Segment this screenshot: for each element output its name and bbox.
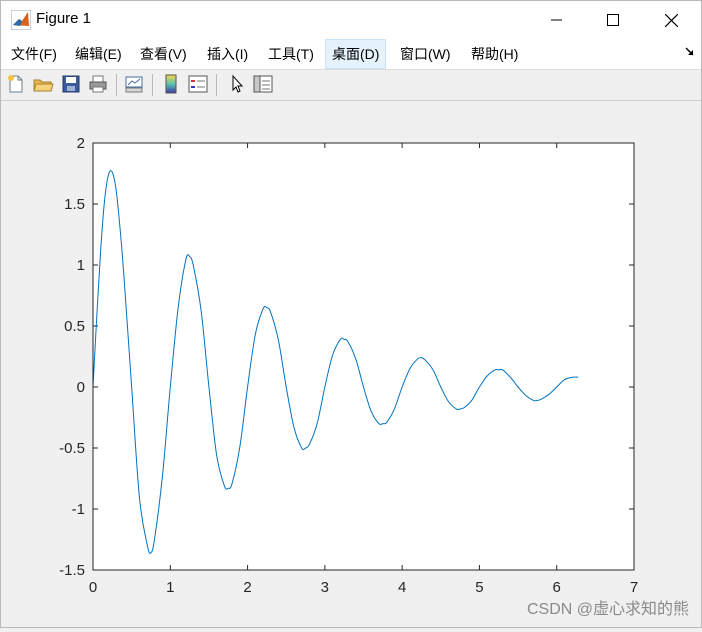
menu-edit[interactable]: 编辑(E) xyxy=(69,39,128,69)
toolbar-separator xyxy=(216,74,217,96)
menu-help[interactable]: 帮助(H) xyxy=(465,39,524,69)
y-tick-label: 0.5 xyxy=(64,318,85,335)
menu-insert[interactable]: 插入(I) xyxy=(201,39,254,69)
new-figure-icon[interactable] xyxy=(5,73,27,95)
x-tick-label: 7 xyxy=(630,579,638,596)
close-icon xyxy=(664,13,678,27)
y-tick-label: 1 xyxy=(77,257,85,274)
y-tick-label: 2 xyxy=(77,135,85,152)
maximize-button[interactable] xyxy=(585,1,641,39)
property-inspector-icon[interactable] xyxy=(252,73,274,95)
x-tick-label: 4 xyxy=(398,579,406,596)
menu-view[interactable]: 查看(V) xyxy=(134,39,193,69)
title-bar[interactable]: Figure 1 xyxy=(1,1,701,39)
save-icon[interactable] xyxy=(60,73,82,95)
x-tick-label: 5 xyxy=(475,579,483,596)
menu-bar: 文件(F) 编辑(E) 查看(V) 插入(I) 工具(T) 桌面(D) 窗口(W… xyxy=(1,39,701,70)
menu-window[interactable]: 窗口(W) xyxy=(394,39,457,69)
matlab-logo-icon xyxy=(11,10,31,30)
link-plot-icon[interactable] xyxy=(123,73,145,95)
y-tick-label: 1.5 xyxy=(64,196,85,213)
edit-plot-icon[interactable] xyxy=(226,73,248,95)
toolbar-separator xyxy=(116,74,117,96)
figure-window: Figure 1 文件(F) 编辑(E) 查看(V) 插入(I) 工具(T) 桌… xyxy=(0,0,702,628)
axes-background xyxy=(93,143,634,570)
close-button[interactable] xyxy=(643,1,699,39)
insert-legend-icon[interactable] xyxy=(187,73,209,95)
maximize-icon xyxy=(607,14,619,26)
menu-file[interactable]: 文件(F) xyxy=(5,39,63,69)
x-tick-label: 6 xyxy=(553,579,561,596)
x-tick-label: 1 xyxy=(166,579,174,596)
dock-arrow-icon[interactable] xyxy=(685,47,695,57)
y-tick-label: 0 xyxy=(77,379,85,396)
watermark-text: CSDN @虚心求知的熊 xyxy=(526,601,689,618)
toolbar-separator xyxy=(152,74,153,96)
y-tick-label: -0.5 xyxy=(59,440,85,457)
y-tick-label: -1.5 xyxy=(59,562,85,579)
menu-desktop[interactable]: 桌面(D) xyxy=(325,39,387,69)
open-file-icon[interactable] xyxy=(32,73,54,95)
print-icon[interactable] xyxy=(87,73,109,95)
minimize-icon xyxy=(551,19,562,21)
menu-tools[interactable]: 工具(T) xyxy=(262,39,320,69)
window-title: Figure 1 xyxy=(36,10,92,27)
x-tick-label: 3 xyxy=(321,579,329,596)
insert-colorbar-icon[interactable] xyxy=(160,73,182,95)
x-tick-label: 0 xyxy=(89,579,97,596)
y-tick-label: -1 xyxy=(72,501,85,518)
figure-canvas: 0 1 2 3 4 5 6 7 -1.5 -1 -0.5 0 0.5 1 1.5 2 xyxy=(1,101,701,627)
minimize-button[interactable] xyxy=(529,1,585,39)
line-plot[interactable]: 0 1 2 3 4 5 6 7 -1.5 -1 -0.5 0 0.5 1 1.5 2 xyxy=(1,101,701,627)
x-tick-label: 2 xyxy=(243,579,251,596)
figure-toolbar xyxy=(1,70,701,101)
